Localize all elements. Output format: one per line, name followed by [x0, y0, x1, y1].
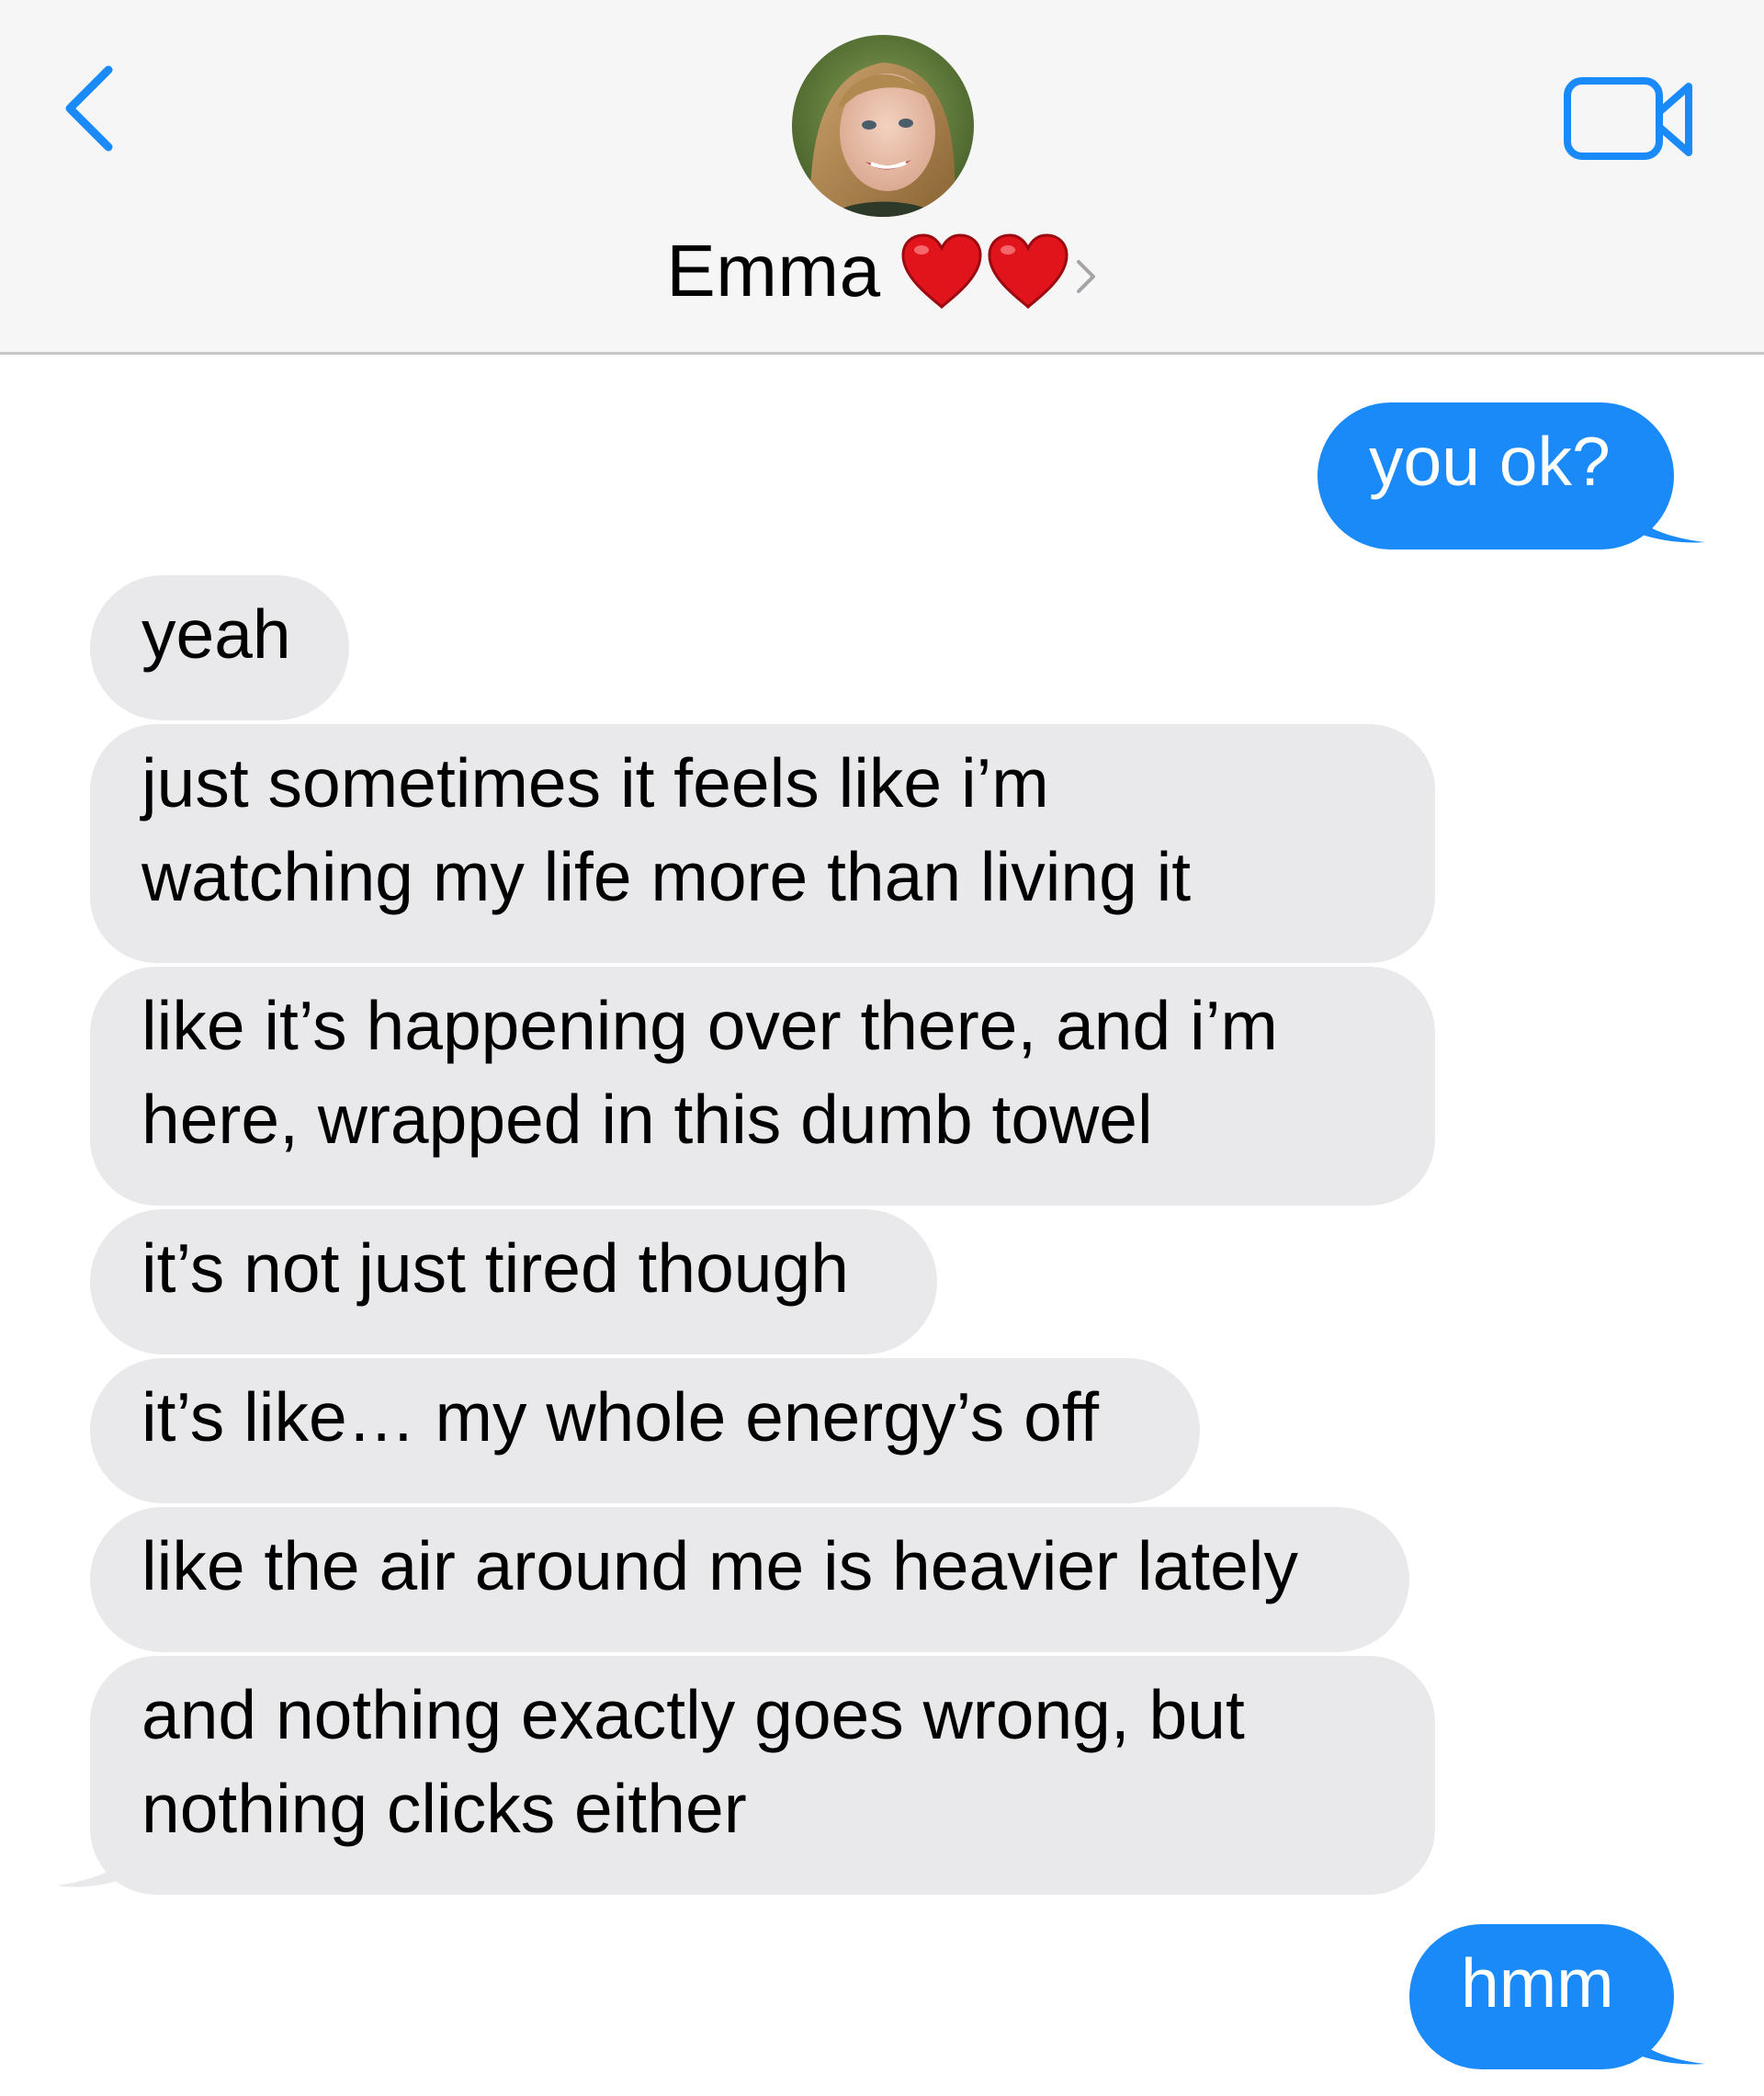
conversation-header: Emma — [0, 0, 1764, 355]
message-text-line: like it’s happening over there, and i’m — [141, 987, 1278, 1064]
chevron-left-icon — [65, 65, 113, 152]
message-bubble-outgoing[interactable]: hmm — [1409, 1924, 1674, 2069]
message-bubble-incoming[interactable]: like it’s happening over there, and i’m … — [90, 967, 1435, 1206]
message-text: yeah — [141, 595, 291, 673]
message-text: it’s like… my whole energy’s off — [141, 1378, 1100, 1456]
back-button[interactable] — [55, 57, 129, 158]
message-text: it’s not just tired though — [141, 1229, 849, 1307]
contact-name: Emma — [666, 230, 881, 312]
avatar-photo — [792, 35, 974, 217]
message-text-line: and nothing exactly goes wrong, but — [141, 1676, 1245, 1753]
contact-avatar[interactable] — [792, 35, 974, 217]
message-bubble-incoming[interactable]: it’s not just tired though — [90, 1209, 937, 1354]
message-bubble-incoming[interactable]: just sometimes it feels like i’m watchin… — [90, 724, 1435, 963]
message-text-line: here, wrapped in this dumb towel — [141, 1081, 1153, 1158]
message-text: you ok? — [1369, 423, 1611, 500]
video-camera-icon — [1564, 77, 1692, 160]
message-bubble-incoming[interactable]: like the air around me is heavier lately — [90, 1507, 1409, 1652]
message-text-line: watching my life more than living it — [141, 838, 1192, 915]
message-bubble-outgoing[interactable]: you ok? — [1317, 402, 1674, 549]
message-text-line: just sometimes it feels like i’m — [141, 744, 1049, 821]
red-heart-icon — [901, 233, 982, 310]
message-bubble-incoming[interactable]: and nothing exactly goes wrong, but noth… — [90, 1656, 1435, 1895]
contact-emoji — [899, 232, 1070, 311]
message-text: hmm — [1461, 1944, 1614, 2022]
chevron-right-icon — [1076, 260, 1095, 293]
message-bubble-incoming[interactable]: yeah — [90, 575, 349, 720]
message-text-line: nothing clicks either — [141, 1770, 747, 1847]
video-call-button[interactable] — [1562, 74, 1698, 165]
message-bubble-incoming[interactable]: it’s like… my whole energy’s off — [90, 1358, 1200, 1503]
red-heart-icon — [988, 233, 1069, 310]
contact-name-button[interactable]: Emma — [0, 221, 1764, 322]
message-text: like the air around me is heavier lately — [141, 1527, 1298, 1604]
